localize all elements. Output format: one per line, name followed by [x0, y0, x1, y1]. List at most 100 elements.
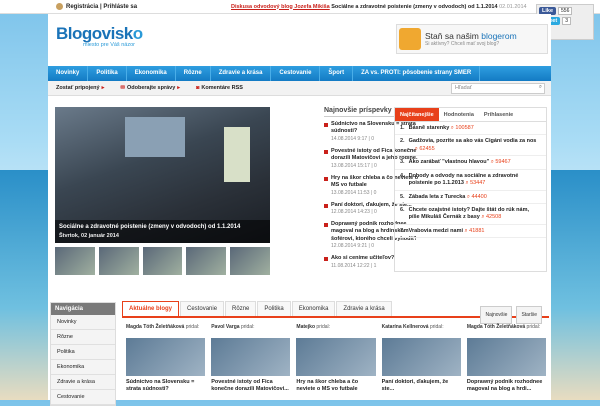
nav-item[interactable]: ZA vs. PROTI: pôsobenie strany SMER — [353, 66, 481, 81]
tab-current-blogs[interactable]: Aktuálne blogy — [122, 301, 180, 316]
featured-slider[interactable]: Sociálne a zdravotné poistenie (zmeny v … — [55, 107, 270, 243]
list-item[interactable]: 3. Ako zarábať "vlastnou hlavou" ⌕ 59467 — [395, 156, 546, 170]
tab-health[interactable]: Zdravie a krása — [336, 301, 392, 316]
logo-slogan: miesto pre Váš názor — [83, 42, 135, 48]
background-beach-right — [550, 170, 600, 400]
slider-thumbnail[interactable] — [186, 247, 227, 275]
slider-thumbnail[interactable] — [55, 247, 95, 275]
view-count-value: 100587 — [455, 125, 474, 131]
become-blogger-promo[interactable]: Staň sa našim blogerom Si aktívny? Chceš… — [396, 24, 548, 54]
subnav-stay-connected[interactable]: Zostať pripojený ▸ — [48, 85, 112, 91]
email-icon: ✉ — [120, 85, 125, 91]
nav-item[interactable]: Ekonomika — [127, 66, 176, 81]
nav-item[interactable]: Cestovanie — [271, 66, 321, 81]
top-post-title[interactable]: Dohody a odvody na sociálne a zdravotné … — [409, 173, 519, 186]
top-post-title[interactable]: Zábada leta z Turecka — [409, 194, 466, 200]
top-bar: Registrácia | Prihláste sa Diskusa odvod… — [0, 0, 600, 14]
slider-thumbnail[interactable] — [98, 247, 139, 275]
sort-oldest-button[interactable]: Staršie — [516, 306, 542, 324]
sidebar-item[interactable]: Politika — [51, 345, 115, 360]
ticker-date: 02.01.2014 — [499, 3, 527, 10]
top-post-title[interactable]: Básně starenky — [409, 125, 450, 131]
search-placeholder: Hľadať — [455, 85, 472, 91]
card-image[interactable] — [211, 338, 291, 376]
site-logo[interactable]: Blogovisko miesto pre Váš názor — [56, 24, 143, 48]
list-item[interactable]: 6. Chcete ozajstné istoty? Dajte štát do … — [395, 204, 546, 225]
ticker-text[interactable]: Sociálne a zdravotné poistenie (zmeny v … — [330, 4, 497, 10]
slide-image-screen — [125, 117, 185, 157]
nav-item[interactable]: Rôzne — [176, 66, 211, 81]
user-icon — [56, 3, 63, 10]
tab-ratings[interactable]: Hodnotenia — [439, 108, 479, 121]
slider-thumbnail[interactable] — [230, 247, 270, 275]
tab-politics[interactable]: Politika — [257, 301, 291, 316]
search-icon[interactable]: ⌕ — [539, 84, 542, 91]
blog-card[interactable]: Pavol Varga pridal: Povestné istoty od F… — [211, 324, 291, 393]
sort-newest-button[interactable]: Najnovšie — [480, 306, 513, 324]
news-ticker[interactable]: Diskusa odvodový blog Jozefa Mikiša Soci… — [231, 4, 541, 10]
tab-login[interactable]: Prihlasenie — [479, 108, 518, 121]
slider-thumbnail[interactable] — [142, 247, 183, 275]
list-item[interactable]: 2. Gadžovia, pozrite sa ako vás Cigáni vo… — [395, 135, 546, 157]
card-author-line: Magda Tóth Želetňáková pridal: — [467, 324, 546, 338]
card-author[interactable]: Matejko — [296, 324, 315, 330]
ticker-highlight[interactable]: Diskusa odvodový blog Jozefa Mikiša — [231, 4, 330, 10]
sidebar-item[interactable]: Ekonomika — [51, 360, 115, 375]
list-item[interactable]: 5. Zábada leta z Turecka ⌕ 44400 — [395, 191, 546, 204]
card-image[interactable] — [381, 338, 461, 376]
card-title[interactable]: Paní doktori, ďakujem, že ste... — [382, 379, 461, 393]
top-post-title[interactable]: Vrabovia medzi nami — [409, 228, 463, 234]
card-author[interactable]: Magda Tóth Želetňáková — [467, 324, 525, 330]
card-title[interactable]: Povestné istoty od Fica konečne dorazili… — [211, 379, 290, 393]
promo-heading-link[interactable]: blogerom — [481, 31, 516, 41]
tab-misc[interactable]: Rôzne — [225, 301, 257, 316]
post-title[interactable]: Ako si ceníme učiteľov? — [331, 255, 394, 262]
view-count-value: 41881 — [469, 227, 485, 234]
rank-number: 4. — [400, 172, 405, 179]
card-author-line: Magda Tóth Želetňáková pridal: — [126, 324, 205, 338]
tab-economics[interactable]: Ekonomika — [291, 301, 336, 316]
tab-most-read[interactable]: Najčítanejšie — [395, 108, 439, 121]
top-posts-tabs: Najčítanejšie Hodnotenia Prihlasenie — [395, 108, 546, 122]
nav-item[interactable]: Politika — [88, 66, 127, 81]
slide-title[interactable]: Sociálne a zdravotné poistenie (zmeny v … — [59, 224, 266, 230]
slide-caption[interactable]: Sociálne a zdravotné poistenie (zmeny v … — [55, 220, 270, 243]
list-item[interactable]: 7. Vrabovia medzi nami ⌕ 41881 — [395, 225, 546, 239]
card-title[interactable]: Súdnictvo na Slovensku = strata súdnosti… — [126, 379, 205, 393]
nav-item[interactable]: Šport — [320, 66, 354, 81]
top-post-title[interactable]: Chcete ozajstné istoty? Dajte štát do rú… — [409, 207, 529, 220]
blog-card[interactable]: Magda Tóth Želetňáková pridal: Doprawný … — [466, 324, 547, 393]
blog-card[interactable]: Magda Tóth Želetňáková pridal: Súdnictvo… — [126, 324, 206, 393]
sidebar-item[interactable]: Zdravie a krása — [51, 375, 115, 390]
post-thumbnail — [324, 123, 328, 127]
card-author-line: Pavol Varga pridal: — [211, 324, 290, 338]
sidebar-item[interactable]: Novinky — [51, 315, 115, 330]
card-author[interactable]: Pavol Varga — [211, 324, 239, 330]
nav-item[interactable]: Novinky — [48, 66, 89, 81]
nav-item[interactable]: Zdravie a krása — [211, 66, 272, 81]
card-image[interactable] — [466, 338, 547, 376]
registration-link[interactable]: Registrácia | Prihláste sa — [66, 4, 137, 10]
subnav-rss[interactable]: ◙ Komentáre RSS — [188, 85, 251, 91]
card-title[interactable]: Hry na škor chleba a čo neviete o MS vo … — [296, 379, 375, 393]
card-author[interactable]: Magda Tóth Želetňáková — [126, 324, 184, 330]
top-post-title[interactable]: Ako zarábať "vlastnou hlavou" — [409, 159, 490, 165]
card-action: pridal: — [428, 324, 444, 330]
blog-card[interactable]: Katarína Kellnerová pridal: Paní doktori… — [381, 324, 461, 393]
tab-travel[interactable]: Cestovanie — [180, 301, 225, 316]
sidebar-item[interactable]: Cestovanie — [51, 390, 115, 405]
card-author[interactable]: Katarína Kellnerová — [382, 324, 429, 330]
card-image[interactable] — [126, 338, 206, 376]
sidebar-item[interactable]: Rôzne — [51, 330, 115, 345]
card-action: pridal: — [315, 324, 331, 330]
blog-card[interactable]: Matejko pridal: Hry na škor chleba a čo … — [296, 324, 376, 393]
search-input[interactable]: Hľadať ⌕ — [451, 83, 545, 94]
card-title[interactable]: Doprawný podnik rozhodnee magoval na blo… — [467, 379, 546, 393]
list-item[interactable]: 4. Dohody a odvody na sociálne a zdravotn… — [395, 170, 546, 191]
subnav-label: Komentáre RSS — [201, 85, 243, 91]
subnav-subscribe[interactable]: ✉ Odoberajte správy ▸ — [112, 85, 188, 91]
login-links[interactable]: Registrácia | Prihláste sa — [56, 3, 231, 10]
sidebar-heading: Navigácia — [51, 303, 115, 315]
list-item[interactable]: 1. Básně starenky ⌕ 100587 — [395, 122, 546, 136]
card-image[interactable] — [296, 338, 376, 376]
